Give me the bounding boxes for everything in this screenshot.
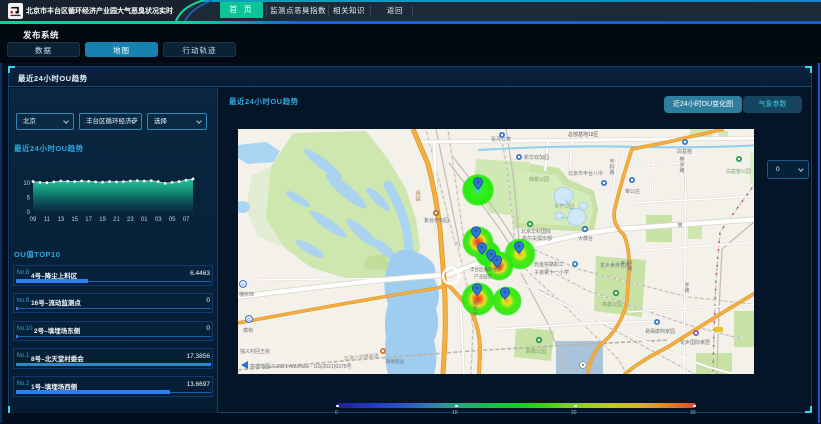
svg-text:丰: 丰	[620, 260, 625, 267]
svg-text:北京华科国际: 北京华科国际	[521, 228, 551, 235]
svg-text:樊: 樊	[677, 222, 682, 229]
svg-text:北京市丰台八中: 北京市丰台八中	[568, 170, 603, 177]
svg-text:高德地图 © 2021 AutoNavi - GS(2021: 高德地图 © 2021 AutoNavi - GS(2021)6375号	[250, 363, 352, 370]
svg-text:19: 19	[99, 217, 106, 223]
svg-text:园: 园	[415, 197, 420, 203]
svg-text:御景公园: 御景公园	[529, 176, 549, 183]
svg-text:子弟第十一小学: 子弟第十一小学	[534, 269, 569, 276]
svg-text:01: 01	[141, 217, 148, 223]
svg-text:环: 环	[472, 312, 477, 318]
svg-text:白盆窑公园: 白盆窑公园	[726, 168, 751, 175]
svg-text:总部基地18区: 总部基地18区	[568, 131, 599, 138]
svg-text:高尔夫俱乐部: 高尔夫俱乐部	[522, 235, 552, 242]
svg-text:路: 路	[684, 287, 689, 294]
svg-text:北京铁路职工: 北京铁路职工	[534, 261, 564, 268]
svg-text:白盆窑: 白盆窑	[677, 148, 692, 155]
svg-text:11: 11	[44, 217, 51, 223]
svg-text:09: 09	[30, 217, 37, 223]
svg-text:05: 05	[169, 217, 176, 223]
svg-text:产业园区: 产业园区	[474, 273, 492, 280]
svg-text:槐房西: 槐房西	[239, 291, 254, 298]
svg-text:世界公园: 世界公园	[554, 203, 574, 210]
svg-text:银地家园: 银地家园	[386, 358, 404, 365]
svg-text:路: 路	[679, 167, 684, 174]
svg-text:21: 21	[113, 217, 120, 223]
svg-text:紫谷伊甸园: 紫谷伊甸园	[424, 217, 449, 224]
svg-text:独义村回王房: 独义村回王房	[240, 348, 270, 355]
svg-text:5: 5	[27, 196, 31, 202]
svg-text:23: 23	[127, 217, 134, 223]
svg-text:03: 03	[155, 217, 162, 223]
svg-text:易保康阿家园: 易保康阿家园	[645, 328, 675, 335]
svg-text:葆甸: 葆甸	[243, 327, 253, 334]
svg-text:路: 路	[627, 265, 632, 272]
svg-text:G: G	[247, 317, 251, 322]
svg-text:15: 15	[71, 217, 78, 223]
svg-text:路: 路	[609, 169, 614, 176]
svg-text:10: 10	[23, 181, 30, 187]
svg-text:大葆台: 大葆台	[578, 235, 593, 242]
svg-text:13: 13	[57, 217, 64, 223]
svg-text:17: 17	[85, 217, 92, 223]
svg-text:G: G	[241, 282, 245, 287]
svg-text:莘公庄: 莘公庄	[625, 188, 640, 195]
svg-text:颐鑫公园: 颐鑫公园	[526, 348, 546, 355]
svg-text:07: 07	[183, 217, 190, 223]
svg-text:新华双加园: 新华双加园	[524, 154, 549, 161]
svg-text:高鑫公园: 高鑫公园	[602, 301, 622, 308]
svg-text:花乡国际家居: 花乡国际家居	[680, 339, 710, 346]
svg-text:0: 0	[27, 210, 31, 216]
